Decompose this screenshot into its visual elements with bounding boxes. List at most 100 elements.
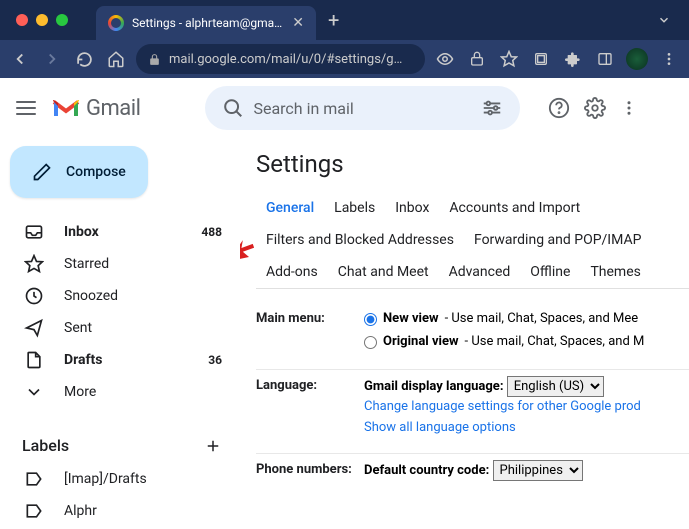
gmail-logo-icon	[52, 98, 80, 118]
gmail-logo[interactable]: Gmail	[52, 96, 140, 121]
annotation-arrow-icon	[240, 237, 254, 263]
pencil-icon	[32, 162, 52, 182]
settings-tabs: General Labels Inbox Accounts and Import…	[256, 192, 689, 289]
window-controls	[8, 14, 76, 26]
radio-original-view[interactable]	[364, 336, 377, 349]
settings-gear-icon[interactable]	[584, 97, 606, 119]
sidebar-item-more[interactable]: More	[0, 376, 240, 408]
tab-offline[interactable]: Offline	[520, 256, 580, 288]
file-icon	[24, 350, 44, 370]
nav-forward-button[interactable]	[40, 47, 64, 71]
nav-count: 488	[201, 225, 222, 239]
new-tab-button[interactable]: +	[328, 8, 339, 32]
browser-tab[interactable]: Settings - alphrteam@gmail.c… ✕	[96, 6, 316, 40]
setting-language: Language: Gmail display language: Englis…	[256, 370, 689, 454]
setting-label: Phone numbers:	[256, 460, 364, 482]
browser-titlebar: Settings - alphrteam@gmail.c… ✕ +	[0, 0, 689, 40]
setting-phone: Phone numbers: Default country code: Phi…	[256, 454, 689, 496]
eye-icon[interactable]	[433, 47, 457, 71]
clock-icon	[24, 286, 44, 306]
tab-close-icon[interactable]: ✕	[292, 15, 304, 31]
compose-button[interactable]: Compose	[10, 146, 148, 198]
radio-new-view[interactable]	[364, 313, 377, 326]
display-language-label: Gmail display language:	[364, 379, 503, 394]
search-options-icon[interactable]	[472, 97, 512, 119]
nav-label: Starred	[64, 256, 109, 272]
radio-label: New view	[383, 309, 439, 330]
main-menu-button[interactable]	[14, 96, 38, 120]
compose-label: Compose	[66, 164, 126, 180]
nav-label: Drafts	[64, 352, 102, 368]
gmail-logo-text: Gmail	[86, 96, 140, 121]
more-vert-icon[interactable]	[620, 99, 638, 117]
url-input[interactable]: mail.google.com/mail/u/0/#settings/g…	[136, 44, 425, 74]
reader-icon[interactable]	[529, 47, 553, 71]
tab-inbox[interactable]: Inbox	[385, 192, 439, 224]
tab-title: Settings - alphrteam@gmail.c…	[132, 16, 284, 30]
nav-back-button[interactable]	[8, 47, 32, 71]
country-code-select[interactable]: Philippines	[493, 460, 583, 481]
tab-general[interactable]: General	[256, 192, 324, 224]
search-icon[interactable]	[213, 97, 253, 119]
tab-advanced[interactable]: Advanced	[439, 256, 521, 288]
label-text: [Imap]/Drafts	[64, 471, 147, 487]
label-item-alphr[interactable]: Alphr	[0, 495, 240, 527]
setting-main-menu: Main menu: New view - Use mail, Chat, Sp…	[256, 303, 689, 370]
nav-label: Sent	[64, 320, 92, 336]
share-icon[interactable]	[465, 47, 489, 71]
settings-content: Settings General Labels Inbox Accounts a…	[240, 138, 689, 529]
page-title: Settings	[256, 150, 689, 178]
gmail-header: Gmail	[0, 78, 689, 138]
sidebar-item-drafts[interactable]: Drafts 36	[0, 344, 240, 376]
tab-filters[interactable]: Filters and Blocked Addresses	[256, 224, 464, 256]
search-box[interactable]	[205, 86, 520, 130]
setting-label: Main menu:	[256, 309, 364, 355]
label-text: Alphr	[64, 503, 97, 519]
tab-favicon-icon	[108, 15, 124, 31]
sidebar-item-starred[interactable]: Starred	[0, 248, 240, 280]
show-all-languages-link[interactable]: Show all language options	[364, 420, 516, 435]
support-icon[interactable]	[548, 97, 570, 119]
nav-count: 36	[208, 353, 222, 367]
url-text: mail.google.com/mail/u/0/#settings/g…	[169, 52, 402, 67]
sidebar-item-inbox[interactable]: Inbox 488	[0, 216, 240, 248]
label-icon	[24, 501, 44, 521]
radio-label: Original view	[383, 332, 459, 353]
change-language-link[interactable]: Change language settings for other Googl…	[364, 399, 641, 414]
labels-section-header: Labels	[0, 408, 240, 463]
tab-forwarding[interactable]: Forwarding and POP/IMAP	[464, 224, 651, 256]
inbox-icon	[24, 222, 44, 242]
nav-home-button[interactable]	[104, 47, 128, 71]
nav-label: Snoozed	[64, 288, 118, 304]
sidebar: Compose Inbox 488 Starred Snoozed Sent	[0, 138, 240, 529]
tab-themes[interactable]: Themes	[580, 256, 650, 288]
labels-title: Labels	[22, 436, 69, 455]
tab-labels[interactable]: Labels	[324, 192, 385, 224]
profile-avatar-icon[interactable]	[625, 47, 649, 71]
bookmark-star-icon[interactable]	[497, 47, 521, 71]
sidepanel-icon[interactable]	[593, 47, 617, 71]
tab-accounts[interactable]: Accounts and Import	[439, 192, 590, 224]
browser-menu-icon[interactable]	[657, 47, 681, 71]
send-icon	[24, 318, 44, 338]
lock-icon	[148, 53, 161, 66]
star-icon	[24, 254, 44, 274]
tabs-dropdown-icon[interactable]	[657, 13, 671, 27]
label-item-imap-drafts[interactable]: [Imap]/Drafts	[0, 463, 240, 495]
setting-label: Language:	[256, 376, 364, 439]
window-maximize-button[interactable]	[56, 14, 68, 26]
window-minimize-button[interactable]	[36, 14, 48, 26]
sidebar-item-sent[interactable]: Sent	[0, 312, 240, 344]
extensions-icon[interactable]	[561, 47, 585, 71]
search-input[interactable]	[253, 99, 472, 118]
browser-address-bar: mail.google.com/mail/u/0/#settings/g…	[0, 40, 689, 78]
language-select[interactable]: English (US)	[507, 376, 604, 397]
nav-reload-button[interactable]	[72, 47, 96, 71]
sidebar-item-snoozed[interactable]: Snoozed	[0, 280, 240, 312]
tab-chat[interactable]: Chat and Meet	[328, 256, 439, 288]
window-close-button[interactable]	[16, 14, 28, 26]
tab-addons[interactable]: Add-ons	[256, 256, 328, 288]
add-label-button[interactable]	[204, 437, 222, 455]
nav-label: More	[64, 384, 96, 400]
label-icon	[24, 469, 44, 489]
